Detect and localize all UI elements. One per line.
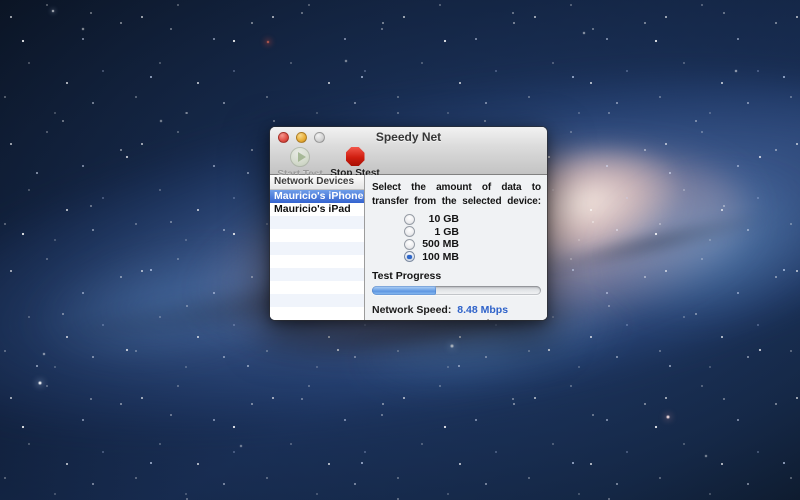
network-speed-label: Network Speed: xyxy=(372,304,451,316)
empty-row xyxy=(270,242,364,255)
instruction-line-1: Select the amount of data to xyxy=(372,181,541,195)
latency-value: 47.63 ms xyxy=(421,318,465,321)
radio-button[interactable] xyxy=(404,226,415,237)
close-button[interactable] xyxy=(278,132,289,143)
empty-row xyxy=(270,307,364,320)
network-speed-value: 8.48 Mbps xyxy=(457,304,508,316)
option-label: 10 GB xyxy=(419,213,459,225)
radio-button[interactable] xyxy=(404,239,415,250)
option-100mb[interactable]: 100 MB xyxy=(372,251,541,264)
screen: Speedy Net Start Test Stop Stest Network xyxy=(0,0,800,500)
traffic-lights xyxy=(278,132,325,143)
option-label: 1 GB xyxy=(419,226,459,238)
stats: Network Speed: 8.48 Mbps Latency: 47.63 … xyxy=(372,304,541,320)
device-list-header: Network Devices xyxy=(270,175,364,190)
minimize-button[interactable] xyxy=(296,132,307,143)
radio-button[interactable] xyxy=(404,251,415,262)
empty-row xyxy=(270,268,364,281)
progress-fill xyxy=(372,286,436,295)
network-speed-line: Network Speed: 8.48 Mbps xyxy=(372,304,541,318)
empty-row xyxy=(270,229,364,242)
time-label: Time: xyxy=(480,318,508,321)
time-value: 00:37 xyxy=(514,318,541,321)
option-label: 100 MB xyxy=(419,251,459,263)
speedy-net-window: Speedy Net Start Test Stop Stest Network xyxy=(270,127,547,320)
progress-bar xyxy=(372,286,541,295)
device-row-iphone[interactable]: Mauricio's iPhone xyxy=(270,190,364,203)
device-row-ipad[interactable]: Mauricio's iPad xyxy=(270,203,364,216)
instruction-line-2: transfer from the selected device: xyxy=(372,195,541,209)
option-10gb[interactable]: 10 GB xyxy=(372,213,541,226)
option-label: 500 MB xyxy=(419,238,459,250)
transfer-panel: Select the amount of data to transfer fr… xyxy=(365,175,547,320)
empty-row xyxy=(270,294,364,307)
data-amount-options: 10 GB 1 GB 500 MB 100 MB xyxy=(372,213,541,263)
latency-label: Latency: xyxy=(372,318,415,321)
window-chrome: Speedy Net Start Test Stop Stest xyxy=(270,127,547,175)
option-500mb[interactable]: 500 MB xyxy=(372,238,541,251)
play-icon xyxy=(290,147,310,167)
stop-icon xyxy=(346,147,365,166)
test-progress-label: Test Progress xyxy=(372,270,541,282)
empty-row xyxy=(270,216,364,229)
toolbar: Start Test Stop Stest xyxy=(270,146,547,175)
window-content: Network Devices Mauricio's iPhone Mauric… xyxy=(270,175,547,320)
radio-button[interactable] xyxy=(404,214,415,225)
empty-row xyxy=(270,281,364,294)
zoom-button[interactable] xyxy=(314,132,325,143)
empty-row xyxy=(270,255,364,268)
device-list: Network Devices Mauricio's iPhone Mauric… xyxy=(270,175,365,320)
latency-time-line: Latency: 47.63 ms Time: 00:37 xyxy=(372,318,541,321)
option-1gb[interactable]: 1 GB xyxy=(372,226,541,239)
